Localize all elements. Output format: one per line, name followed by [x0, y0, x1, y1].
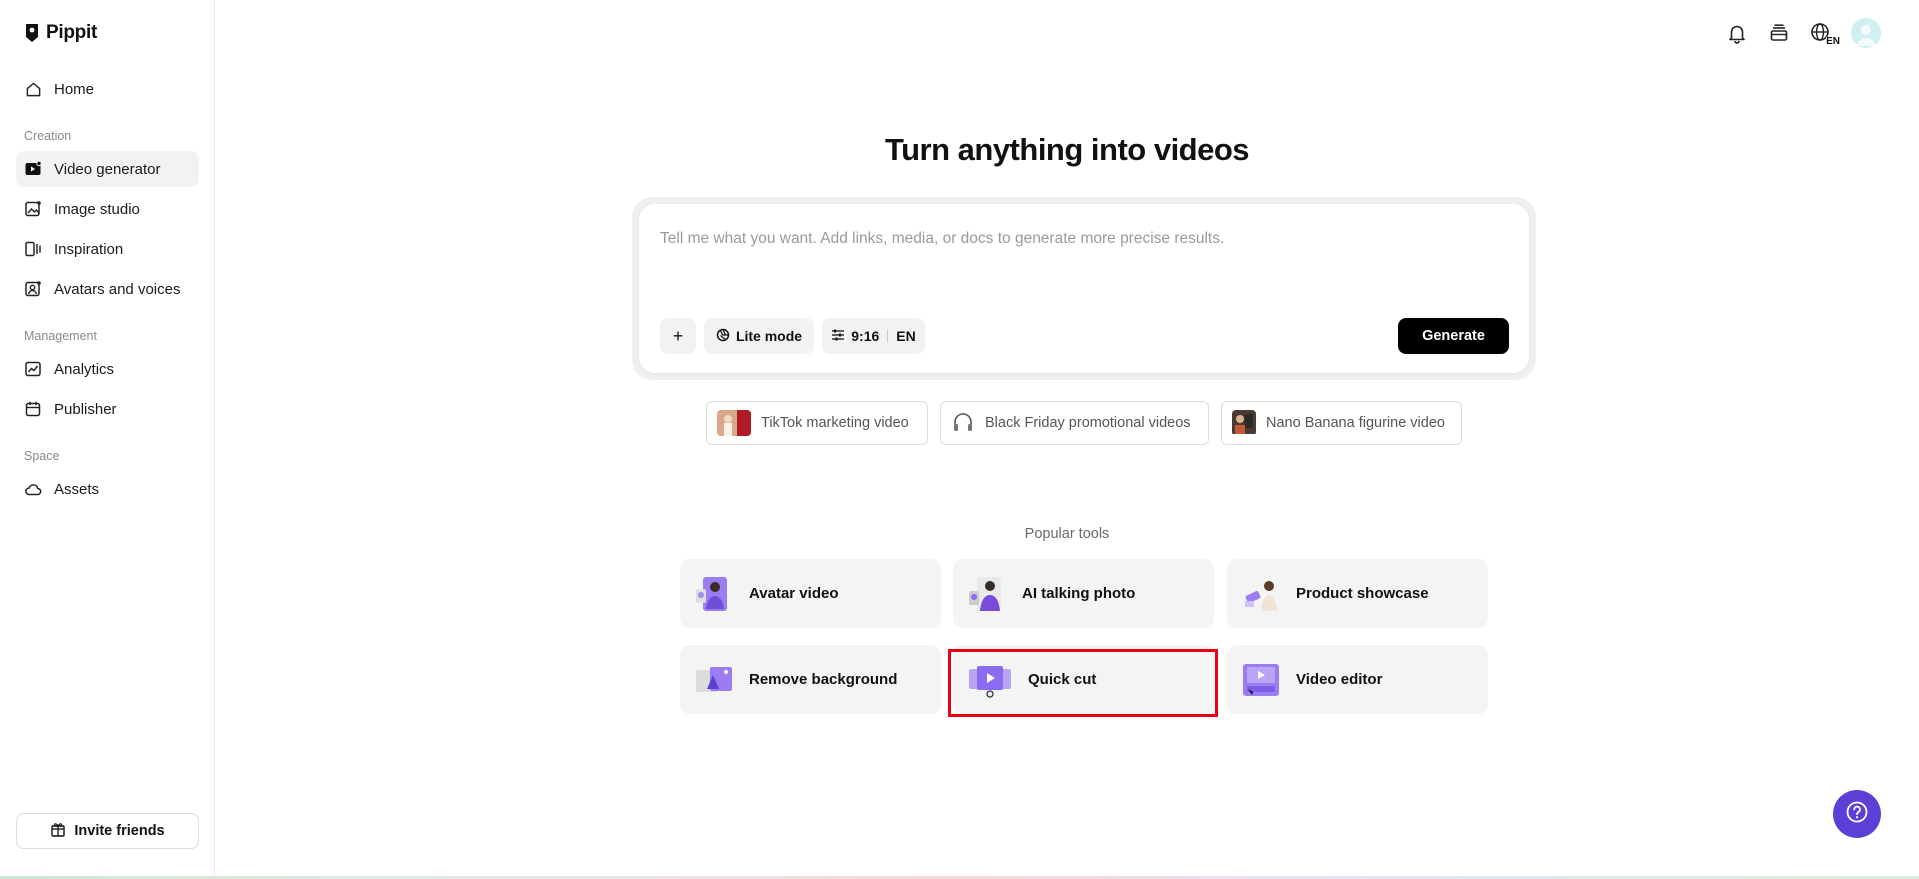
- remove-background-icon: [695, 661, 733, 699]
- chip-separator: [887, 329, 889, 343]
- invite-friends-button[interactable]: Invite friends: [16, 813, 199, 849]
- suggestion-black-friday[interactable]: Black Friday promotional videos: [940, 401, 1209, 445]
- subscription-icon[interactable]: [1767, 21, 1791, 45]
- sliders-icon: [831, 328, 845, 345]
- calendar-icon: [24, 400, 42, 418]
- tool-label: Quick cut: [1028, 671, 1097, 688]
- tool-label: Remove background: [749, 671, 898, 688]
- popular-tools-heading: Popular tools: [1024, 526, 1110, 542]
- image-studio-icon: [24, 200, 42, 218]
- section-creation: Creation: [24, 129, 72, 143]
- suggestion-thumbnail: [717, 410, 751, 436]
- tool-video-editor[interactable]: Video editor: [1227, 645, 1488, 714]
- sidebar-item-assets[interactable]: Assets: [16, 471, 199, 507]
- language-code: EN: [1826, 36, 1840, 47]
- sidebar-item-label: Home: [54, 80, 95, 98]
- quick-cut-icon: [968, 661, 1012, 699]
- sidebar-item-label: Assets: [54, 480, 100, 498]
- suggestion-nano-banana[interactable]: Nano Banana figurine video: [1221, 401, 1462, 445]
- add-attachment-button[interactable]: +: [660, 318, 696, 354]
- suggestion-tiktok-marketing[interactable]: TikTok marketing video: [706, 401, 928, 445]
- talking-photo-icon: [968, 575, 1006, 613]
- tool-remove-background[interactable]: Remove background: [680, 645, 941, 714]
- question-mark-icon: [1845, 800, 1869, 829]
- suggestion-label: Nano Banana figurine video: [1266, 415, 1445, 431]
- plus-icon: +: [672, 325, 684, 346]
- tool-label: Product showcase: [1296, 585, 1429, 602]
- aperture-icon: [716, 328, 730, 345]
- suggestion-thumbnail: [1232, 410, 1256, 436]
- tool-quick-cut[interactable]: Quick cut: [953, 645, 1214, 714]
- tool-product-showcase[interactable]: Product showcase: [1227, 559, 1488, 628]
- section-management: Management: [24, 329, 97, 343]
- sidebar-item-label: Inspiration: [54, 240, 124, 258]
- suggestion-label: Black Friday promotional videos: [985, 415, 1191, 431]
- sidebar: Pippit Home Creation Video generator Ima…: [0, 0, 215, 879]
- tool-ai-talking-photo[interactable]: AI talking photo: [953, 559, 1214, 628]
- logo[interactable]: Pippit: [24, 22, 97, 44]
- home-icon: [24, 80, 42, 98]
- output-language-label: EN: [896, 328, 916, 344]
- tool-avatar-video[interactable]: Avatar video: [680, 559, 941, 628]
- app-root: Pippit Home Creation Video generator Ima…: [0, 0, 1919, 879]
- inspiration-icon: [24, 240, 42, 258]
- page-title: Turn anything into videos: [884, 132, 1250, 167]
- mode-selector-button[interactable]: Lite mode: [704, 318, 814, 354]
- tool-label: Video editor: [1296, 671, 1383, 688]
- sidebar-item-label: Avatars and voices: [54, 280, 181, 298]
- cloud-icon: [24, 480, 42, 498]
- sidebar-item-label: Analytics: [54, 360, 115, 378]
- mode-label: Lite mode: [735, 328, 803, 344]
- tool-label: AI talking photo: [1022, 585, 1136, 602]
- sidebar-item-avatars-and-voices[interactable]: Avatars and voices: [16, 271, 199, 307]
- analytics-icon: [24, 360, 42, 378]
- help-button[interactable]: [1833, 790, 1881, 838]
- pippit-logo-icon: [24, 23, 40, 43]
- product-showcase-icon: [1242, 574, 1280, 613]
- suggestion-label: TikTok marketing video: [761, 415, 909, 431]
- avatar-voice-icon: [24, 280, 42, 298]
- sidebar-item-inspiration[interactable]: Inspiration: [16, 231, 199, 267]
- sidebar-item-home[interactable]: Home: [16, 71, 199, 107]
- top-toolbar: EN: [1725, 18, 1881, 48]
- sidebar-item-publisher[interactable]: Publisher: [16, 391, 199, 427]
- sidebar-item-label: Image studio: [54, 200, 140, 218]
- sidebar-item-label: Publisher: [54, 400, 117, 418]
- invite-label: Invite friends: [74, 823, 165, 839]
- user-avatar[interactable]: [1851, 18, 1881, 48]
- bell-icon[interactable]: [1725, 21, 1749, 45]
- settings-selector-button[interactable]: 9:16 EN: [822, 318, 925, 354]
- avatar-video-icon: [695, 575, 733, 613]
- aspect-ratio-label: 9:16: [851, 328, 880, 344]
- prompt-input[interactable]: [660, 230, 1500, 248]
- sidebar-item-image-studio[interactable]: Image studio: [16, 191, 199, 227]
- video-editor-icon: [1242, 661, 1280, 699]
- tool-label: Avatar video: [749, 585, 839, 602]
- logo-text: Pippit: [46, 22, 97, 43]
- prompt-box: + Lite mode 9:16 EN Generate: [639, 204, 1529, 373]
- section-space: Space: [24, 449, 60, 463]
- sidebar-item-video-generator[interactable]: Video generator: [16, 151, 199, 187]
- gift-icon: [50, 821, 66, 841]
- language-globe-icon[interactable]: EN: [1809, 21, 1840, 47]
- sidebar-item-analytics[interactable]: Analytics: [16, 351, 199, 387]
- headphones-icon: [951, 410, 975, 436]
- sidebar-item-label: Video generator: [54, 160, 161, 178]
- generate-button[interactable]: Generate: [1398, 318, 1509, 354]
- video-generator-icon: [24, 160, 42, 178]
